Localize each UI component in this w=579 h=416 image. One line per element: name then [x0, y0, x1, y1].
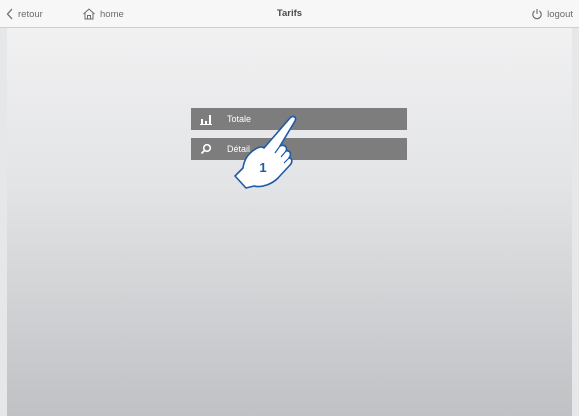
menu-item-detail[interactable]: Détail: [191, 138, 407, 160]
menu-item-label: Totale: [227, 114, 252, 124]
content-area: [7, 28, 572, 416]
menu-item-label: Détail: [227, 144, 251, 154]
logout-button[interactable]: logout: [531, 0, 573, 28]
page-title: Tarifs: [276, 8, 303, 19]
search-icon: [191, 143, 221, 155]
power-icon: [532, 9, 542, 20]
menu-item-totale[interactable]: Totale: [191, 108, 407, 130]
bar-chart-icon: [191, 114, 221, 125]
logout-label: logout: [547, 8, 573, 20]
top-bar: retour home Tarifs logout: [0, 0, 579, 28]
